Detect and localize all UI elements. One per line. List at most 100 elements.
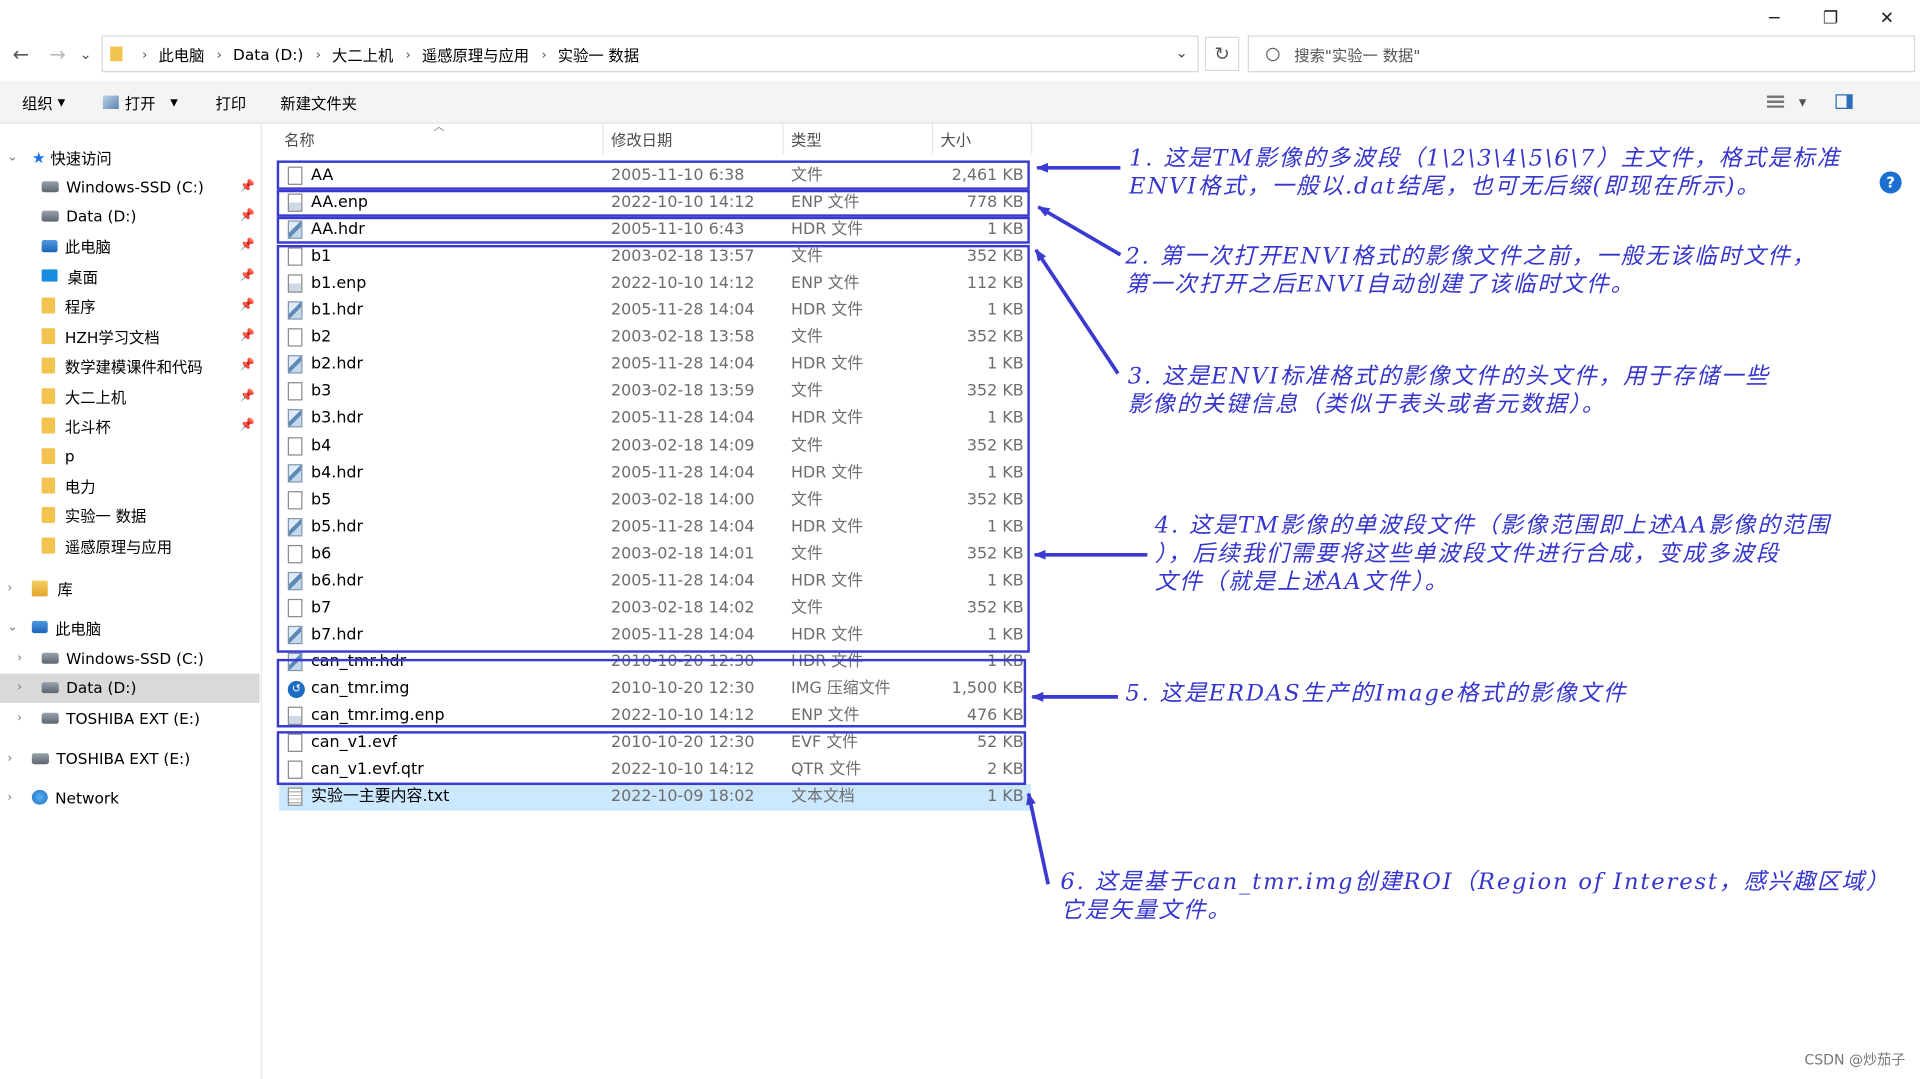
chevron-down-icon[interactable]: ⌄ [7,150,17,163]
annotation-line: 2. 第一次打开ENVI格式的影像文件之前，一般无该临时文件， [1125,243,1817,270]
column-divider[interactable] [931,122,934,155]
sidebar-item[interactable]: Windows-SSD (C:) 📌 [0,171,260,200]
chevron-right-icon[interactable]: › [17,681,22,694]
drive-icon [31,752,49,764]
annotation-note-6: 6. 这是基于can_tmr.img创建ROI（Region of Intere… [1060,868,1890,924]
column-divider[interactable] [782,122,784,155]
sidebar-item-drive[interactable]: › Windows-SSD (C:) [0,643,260,672]
breadcrumb-item[interactable]: 遥感原理与应用 [422,42,529,65]
column-header-date[interactable]: 修改日期 [611,122,782,154]
column-header-size[interactable]: 大小 [940,122,1026,154]
annotation-note-2: 2. 第一次打开ENVI格式的影像文件之前，一般无该临时文件， 第一次打开之后EN… [1125,242,1816,298]
sidebar-item-label: 实验一 数据 [64,507,147,526]
caret-down-icon: ▼ [57,96,66,108]
forward-button[interactable]: → [42,37,74,71]
annotation-arrow-2 [1037,205,1122,257]
print-button[interactable]: 打印 [216,81,247,123]
recent-locations-button[interactable]: ⌄ [76,37,96,71]
back-button[interactable]: ← [5,37,37,71]
breadcrumb-item[interactable]: 实验一 数据 [558,42,639,65]
sidebar-item[interactable]: 程序 📌 [0,291,260,320]
pin-icon: 📌 [239,329,255,343]
sidebar-item[interactable]: 此电脑 📌 [0,231,260,260]
sidebar-item-library[interactable]: › 库 [0,573,260,602]
chevron-right-icon[interactable]: › [17,711,22,724]
close-button[interactable]: ✕ [1859,0,1915,37]
annotation-line: 第一次打开之后ENVI自动创建了该临时文件。 [1125,271,1636,298]
chevron-right-icon[interactable]: › [17,651,22,664]
maximize-button[interactable]: ❐ [1802,0,1858,37]
sidebar-item[interactable]: HZH学习文档 📌 [0,321,260,350]
view-options-button[interactable]: ▼ [1766,81,1807,123]
column-divider[interactable] [1031,122,1033,155]
file-size: 1 KB [987,787,1024,807]
sidebar-item-label: 桌面 [67,268,98,287]
command-toolbar: 组织 ▼ 打开 ▼ 打印 新建文件夹 ▼ ? [0,80,1920,194]
annotation-note-1: 1. 这是TM影像的多波段（1\2\3\4\5\6\7）主文件，格式是标准 ENV… [1129,145,1841,201]
organize-button[interactable]: 组织 ▼ [22,81,65,123]
breadcrumb-separator-icon[interactable]: › [541,46,546,62]
sidebar-item-quick-access[interactable]: ⌄ ★ 快速访问 [0,142,260,171]
open-button[interactable]: 打开 ▼ [102,81,178,123]
sidebar-item-drive[interactable]: › Data (D:) [0,672,260,703]
column-header-name[interactable]: 名称 [284,122,602,154]
sidebar-item-label: Windows-SSD (C:) [66,176,204,196]
breadcrumb-item[interactable]: Data (D:) [233,45,303,63]
navigation-pane: ⌄ ★ 快速访问 Windows-SSD (C:) 📌 Data (D:) 📌 此电脑 📌 桌面 📌… [0,122,263,1079]
sidebar-item-external-drive[interactable]: › TOSHIBA EXT (E:) [0,743,260,772]
sidebar-item[interactable]: 大二上机 📌 [0,381,260,410]
chevron-right-icon[interactable]: › [7,791,12,804]
sidebar-item[interactable]: Data (D:) 📌 [0,201,260,230]
preview-pane-button[interactable] [1835,81,1853,123]
help-button[interactable]: ? [1879,171,1902,194]
folder-icon [41,447,56,464]
sidebar-item[interactable]: p [0,441,260,470]
open-label: 打开 [124,93,156,113]
minimize-icon: ─ [1769,8,1780,29]
annotation-note-4: 4. 这是TM影像的单波段文件（影像范围即上述AA影像的范围 ），后续我们需要将这… [1155,512,1831,597]
caret-down-icon: ▼ [1798,96,1807,108]
desktop-icon [41,269,58,283]
new-folder-button[interactable]: 新建文件夹 [280,81,357,123]
sidebar-item[interactable]: 桌面 📌 [0,261,260,290]
chevron-right-icon[interactable]: › [7,581,12,594]
column-name-label: 名称 [284,130,315,149]
minimize-button[interactable]: ─ [1746,0,1802,37]
breadcrumb-item[interactable]: 此电脑 [158,42,204,65]
address-bar[interactable]: › 此电脑 › Data (D:) › 大二上机 › 遥感原理与应用 › 实验一 数据 ⌄ [101,35,1199,73]
file-row[interactable]: 实验一主要内容.txt 2022-10-09 18:02 文本文档 1 KB [279,783,1032,811]
caret-down-icon: ▼ [170,96,178,108]
chevron-right-icon[interactable]: › [7,751,12,764]
pin-icon: 📌 [239,299,255,313]
breadcrumb-separator-icon[interactable]: › [406,46,411,62]
sidebar-item[interactable]: 数学建模课件和代码 📌 [0,351,260,380]
drive-icon [41,210,59,222]
breadcrumb-separator-icon[interactable]: › [142,46,147,62]
column-header-type[interactable]: 类型 [791,122,932,154]
annotation-note-5: 5. 这是ERDAS生产的Image格式的影像文件 [1125,680,1627,708]
column-divider[interactable] [602,122,604,155]
sidebar-item-drive[interactable]: › TOSHIBA EXT (E:) [0,703,260,732]
search-box[interactable]: 搜索"实验一 数据" [1247,35,1916,73]
pin-icon: 📌 [239,209,255,223]
search-icon [1266,47,1280,61]
search-input[interactable]: 搜索"实验一 数据" [1294,42,1420,65]
breadcrumb-separator-icon[interactable]: › [316,46,321,62]
annotation-box-5 [276,658,1027,728]
sidebar-item[interactable]: 实验一 数据 [0,501,260,530]
organize-label: 组织 [22,93,53,113]
refresh-button[interactable]: ↻ [1204,36,1240,72]
sidebar-item[interactable]: 北斗杯 📌 [0,411,260,440]
address-dropdown-button[interactable]: ⌄ [1175,44,1187,61]
sidebar-item-this-pc[interactable]: ⌄ 此电脑 [0,612,260,641]
chevron-down-icon[interactable]: ⌄ [7,620,17,633]
pin-icon: 📌 [239,269,255,283]
maximize-icon: ❐ [1822,8,1839,29]
sidebar-item[interactable]: 遥感原理与应用 [0,531,260,560]
sidebar-item-network[interactable]: › Network [0,783,260,812]
file-date: 2022-10-09 18:02 [611,787,755,807]
breadcrumb-separator-icon[interactable]: › [217,46,222,62]
breadcrumb-item[interactable]: 大二上机 [332,42,393,65]
file-txt-icon [287,787,303,807]
sidebar-item[interactable]: 电力 [0,471,260,500]
